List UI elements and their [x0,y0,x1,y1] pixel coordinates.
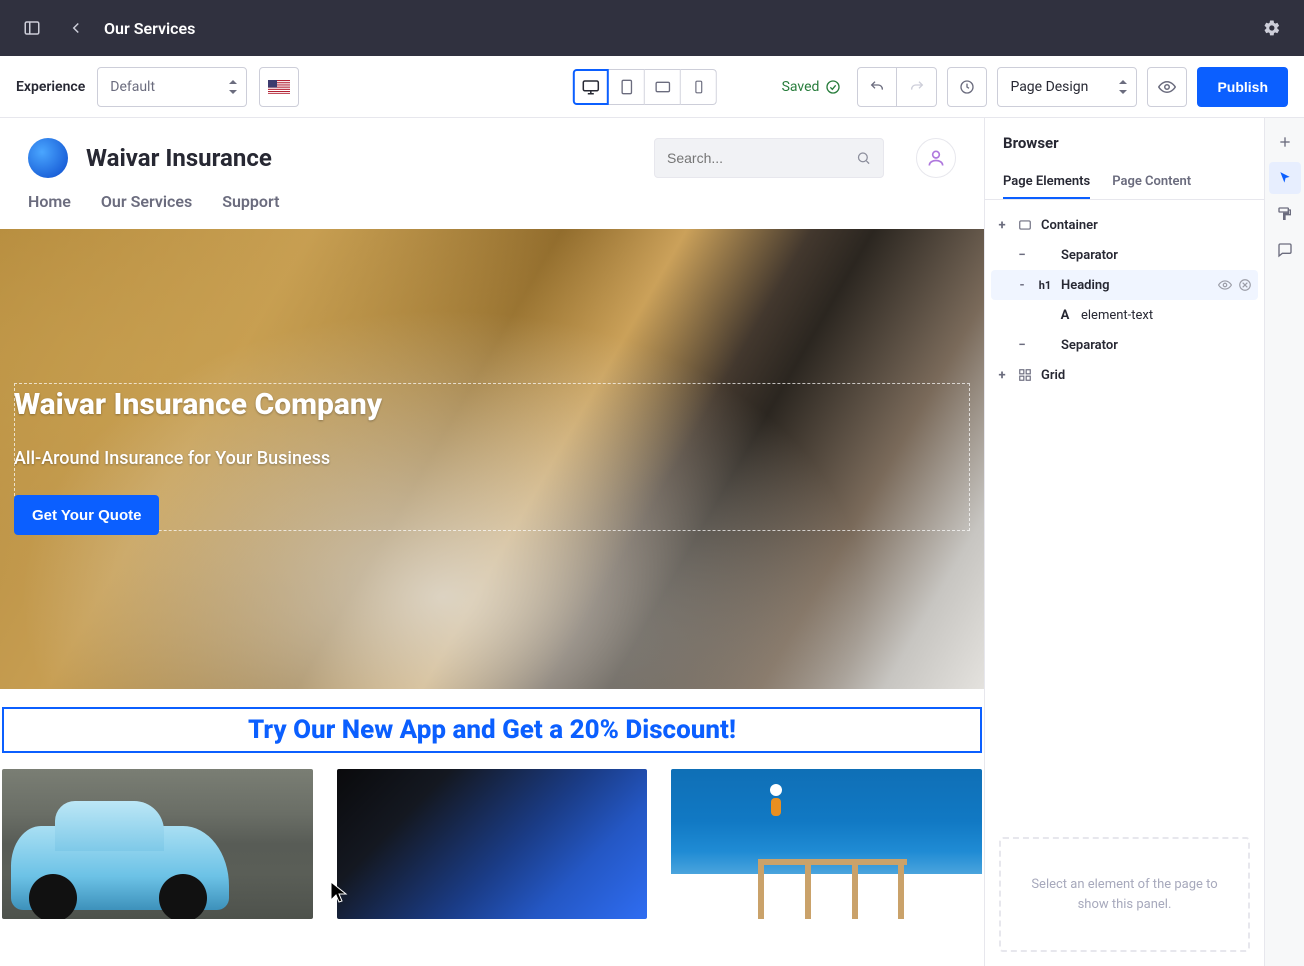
experience-value: Default [110,79,155,95]
rail-browser-button[interactable] [1269,162,1301,194]
grid-card-1[interactable] [2,769,313,919]
editor-toolbar: Experience Default Saved [0,56,1304,118]
right-rail [1264,118,1304,966]
experience-select[interactable]: Default [97,67,247,107]
search-input[interactable] [667,150,848,166]
rail-design-button[interactable] [1269,198,1301,230]
undo-icon [869,79,885,95]
panel-toggle-icon[interactable] [16,12,48,44]
user-icon [926,148,946,168]
hero-section[interactable]: Waivar Insurance Company All-Around Insu… [0,229,984,689]
redo-icon [909,79,925,95]
visibility-icon[interactable] [1218,278,1232,292]
site-nav: Home Our Services Support [0,178,984,229]
grid-card-3[interactable] [671,769,982,919]
nav-home[interactable]: Home [28,192,71,211]
app-topbar: Our Services [0,0,1304,56]
device-preview-group [573,69,717,105]
tree-heading[interactable]: - h1 Heading [991,270,1258,300]
tree-element-text[interactable]: A element-text [991,300,1258,330]
back-icon[interactable] [60,12,92,44]
browser-panel: Browser Page Elements Page Content + Con… [984,118,1264,966]
nav-services[interactable]: Our Services [101,192,192,211]
device-mobile-button[interactable] [681,69,717,105]
tree-grid[interactable]: + Grid [991,360,1258,390]
rail-comments-button[interactable] [1269,234,1301,266]
tab-page-content[interactable]: Page Content [1112,166,1191,199]
locale-button[interactable] [259,67,299,107]
search-icon [856,149,871,167]
device-tablet-landscape-button[interactable] [645,69,681,105]
page-canvas[interactable]: Waivar Insurance Home Our Services Suppo… [0,118,984,966]
us-flag-icon [268,80,290,94]
plus-icon [1277,134,1293,150]
user-avatar[interactable] [916,138,956,178]
publish-button[interactable]: Publish [1197,67,1288,107]
remove-icon[interactable] [1238,278,1252,292]
panel-title: Browser [1003,134,1246,152]
rail-add-button[interactable] [1269,126,1301,158]
device-desktop-button[interactable] [573,69,609,105]
tree-separator-2[interactable]: − Separator [991,330,1258,360]
properties-placeholder: Select an element of the page to show th… [999,837,1250,952]
selection-cursor-icon [1278,171,1292,185]
page-mode-select[interactable]: Page Design [997,67,1137,107]
check-circle-icon [825,79,841,95]
history-button[interactable] [947,67,987,107]
device-tablet-portrait-button[interactable] [609,69,645,105]
tree-container[interactable]: + Container [991,210,1258,240]
hero-cta-button[interactable]: Get Your Quote [14,495,159,535]
eye-icon [1158,78,1176,96]
gear-icon[interactable] [1256,12,1288,44]
container-icon [1018,218,1032,232]
tree-separator-1[interactable]: − Separator [991,240,1258,270]
hero-title: Waivar Insurance Company [14,387,382,422]
save-status: Saved [782,79,842,95]
undo-button[interactable] [857,67,897,107]
redo-button[interactable] [897,67,937,107]
promo-heading-text: Try Our New App and Get a 20% Discount! [248,715,736,745]
site-search[interactable] [654,138,884,178]
grid-section[interactable] [0,753,984,919]
comment-icon [1277,242,1293,258]
history-icon [959,79,975,95]
preview-button[interactable] [1147,67,1187,107]
hero-subtitle: All-Around Insurance for Your Business [14,448,382,469]
grid-icon [1018,368,1032,382]
grid-card-2[interactable] [337,769,648,919]
promo-heading-element[interactable]: Try Our New App and Get a 20% Discount! [2,707,982,753]
page-title: Our Services [104,19,195,38]
site-logo[interactable] [28,138,68,178]
tab-page-elements[interactable]: Page Elements [1003,166,1090,199]
experience-label: Experience [16,79,85,95]
nav-support[interactable]: Support [222,192,279,211]
element-tree: + Container − Separator - h1 Heading [985,200,1264,400]
paint-roller-icon [1277,206,1293,222]
site-name: Waivar Insurance [86,144,272,172]
